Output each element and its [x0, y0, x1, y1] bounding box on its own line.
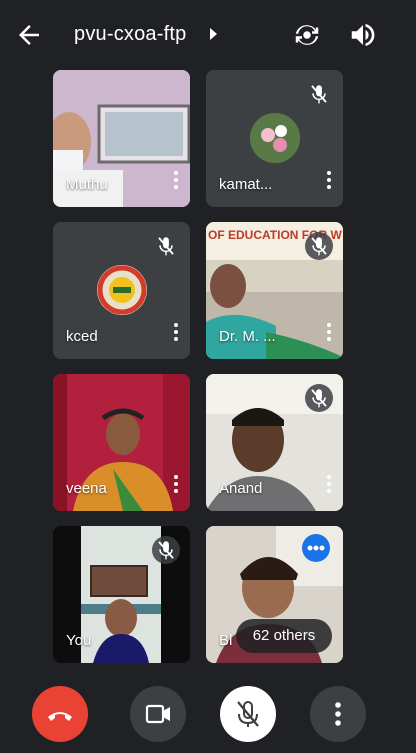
- participant-tile[interactable]: Muthu: [53, 70, 190, 207]
- flip-camera-icon[interactable]: [292, 20, 322, 50]
- mic-off-badge: [152, 536, 180, 564]
- end-call-button[interactable]: [32, 686, 88, 742]
- participant-tile[interactable]: kced: [53, 222, 190, 359]
- participant-tile[interactable]: veena: [53, 374, 190, 511]
- mic-off-icon: [311, 85, 327, 104]
- mic-off-badge: [305, 232, 333, 260]
- participant-name: Muthu: [66, 176, 108, 193]
- audio-wave-icon: [307, 545, 325, 551]
- participant-tile[interactable]: OF EDUCATION FOR W Dr. M. ...: [206, 222, 343, 359]
- more-vert-icon[interactable]: [325, 323, 333, 345]
- mic-off-icon: [158, 237, 174, 256]
- participant-name: veena: [66, 480, 107, 497]
- participant-name: kced: [66, 328, 98, 345]
- mic-toggle-button[interactable]: [220, 686, 276, 742]
- participant-name: Dr. M. ...: [219, 328, 276, 345]
- participant-name: You: [66, 632, 92, 649]
- mic-off-icon: [237, 701, 259, 727]
- more-vert-icon[interactable]: [172, 323, 180, 345]
- caret-right-icon[interactable]: [210, 28, 217, 40]
- avatar: [97, 265, 147, 315]
- participant-name: Bl: [219, 632, 233, 649]
- mic-off-icon: [158, 541, 174, 560]
- more-vert-icon[interactable]: [325, 171, 333, 193]
- participant-tile[interactable]: You: [53, 526, 190, 663]
- participant-name: kamat...: [219, 176, 273, 193]
- camera-toggle-button[interactable]: [130, 686, 186, 742]
- arrow-left-icon[interactable]: [14, 20, 44, 50]
- more-vert-icon[interactable]: [172, 475, 180, 497]
- others-count[interactable]: 62 others: [236, 619, 332, 653]
- meeting-code[interactable]: pvu-cxoa-ftp: [74, 23, 186, 46]
- more-options-button[interactable]: [310, 686, 366, 742]
- mic-off-icon: [311, 389, 327, 408]
- mic-off-icon: [311, 237, 327, 256]
- top-bar: pvu-cxoa-ftp: [0, 0, 416, 70]
- mic-off-badge: [305, 80, 333, 108]
- volume-icon[interactable]: [348, 20, 378, 50]
- mic-off-badge: [305, 384, 333, 412]
- phone-hangup-icon: [48, 712, 72, 721]
- more-vert-icon[interactable]: [325, 475, 333, 497]
- participant-name: Anand: [219, 480, 263, 497]
- avatar: [250, 113, 300, 163]
- speaking-indicator: [302, 534, 330, 562]
- video-camera-icon: [145, 704, 170, 724]
- participant-tile[interactable]: kamat...: [206, 70, 343, 207]
- participant-tile[interactable]: Anand: [206, 374, 343, 511]
- mic-off-badge: [152, 232, 180, 260]
- more-vert-icon: [335, 702, 341, 726]
- more-vert-icon[interactable]: [172, 171, 180, 193]
